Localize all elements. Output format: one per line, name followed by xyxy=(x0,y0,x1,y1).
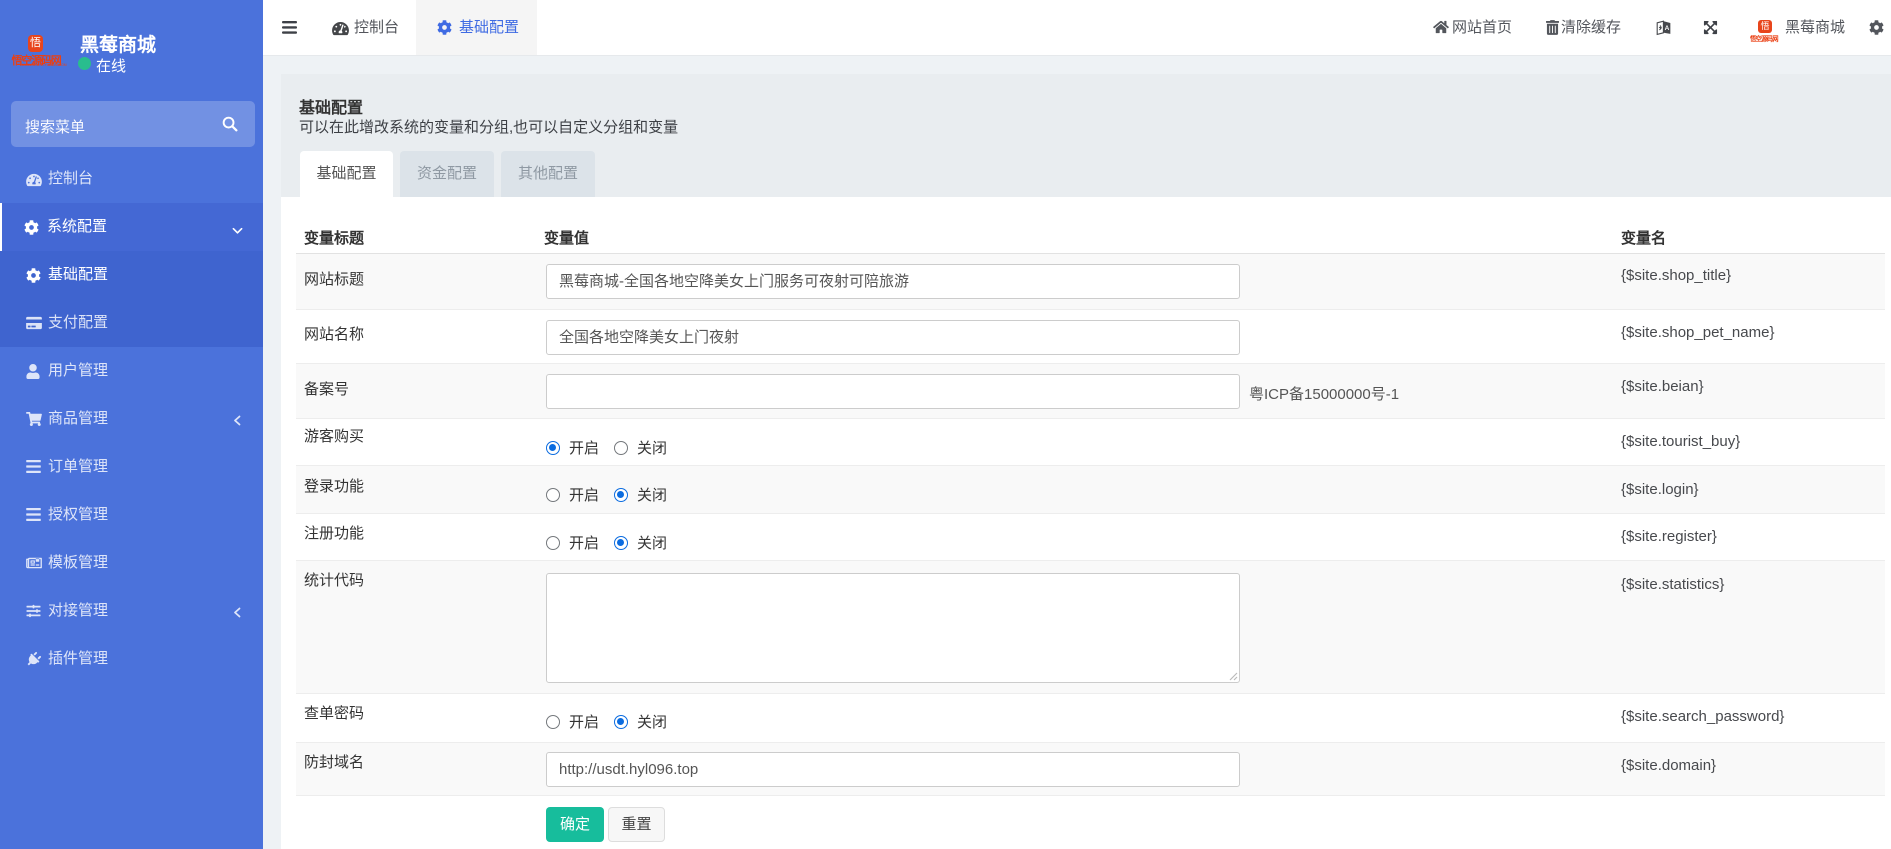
svg-text:A: A xyxy=(1665,25,1670,32)
